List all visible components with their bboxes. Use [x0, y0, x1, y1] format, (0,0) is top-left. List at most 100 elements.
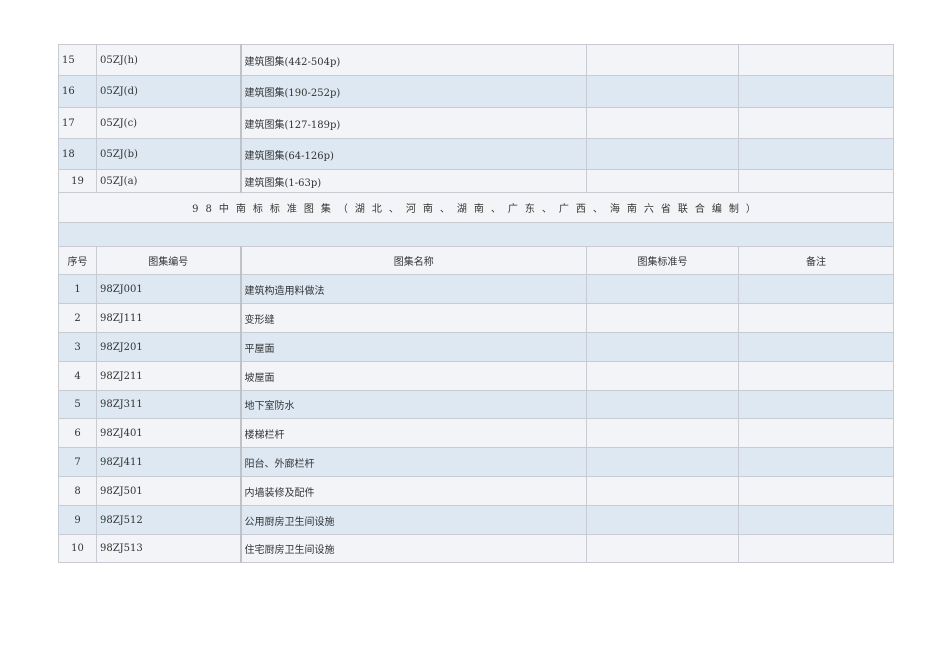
cell-std	[586, 169, 739, 193]
cell-std	[586, 361, 739, 391]
cell-note	[738, 361, 894, 391]
cell-no: 3	[58, 332, 97, 362]
cell-std	[586, 534, 739, 563]
table-row: 19 05ZJ(a) 建筑图集(1-63p)	[58, 169, 894, 193]
cell-name: 建筑图集(1-63p)	[239, 169, 587, 193]
section-title-row: 98中南标标准图集（湖北、河南、湖南、广东、广西、海南六省联合编制）	[58, 192, 894, 223]
cell-name: 建筑构造用料做法	[239, 274, 587, 304]
cell-name: 公用厨房卫生间设施	[239, 505, 587, 535]
cell-code: 05ZJ(h)	[96, 44, 241, 76]
table-row: 17 05ZJ(c) 建筑图集(127-189p)	[58, 107, 894, 139]
table-row: 7 98ZJ411 阳台、外廊栏杆	[58, 447, 894, 477]
header-no: 序号	[58, 246, 97, 275]
cell-std	[586, 303, 739, 333]
cell-name: 住宅厨房卫生间设施	[239, 534, 587, 563]
cell-code: 98ZJ512	[96, 505, 241, 535]
cell-code: 05ZJ(a)	[96, 169, 241, 193]
table-row: 8 98ZJ501 内墙装修及配件	[58, 476, 894, 506]
cell-code: 05ZJ(d)	[96, 75, 241, 108]
header-note: 备注	[738, 246, 894, 275]
cell-name: 变形缝	[239, 303, 587, 333]
cell-no: 6	[58, 418, 97, 448]
cell-code: 98ZJ401	[96, 418, 241, 448]
cell-name: 坡屋面	[239, 361, 587, 391]
table-row: 5 98ZJ311 地下室防水	[58, 390, 894, 419]
cell-code: 98ZJ513	[96, 534, 241, 563]
cell-note	[738, 107, 894, 139]
cell-no: 5	[58, 390, 97, 419]
cell-code: 05ZJ(b)	[96, 138, 241, 170]
cell-name: 建筑图集(127-189p)	[239, 107, 587, 139]
cell-std	[586, 447, 739, 477]
header-name: 图集名称	[239, 246, 587, 275]
cell-note	[738, 476, 894, 506]
cell-no: 16	[58, 75, 97, 108]
table-row: 15 05ZJ(h) 建筑图集(442-504p)	[58, 44, 894, 76]
cell-name: 楼梯栏杆	[239, 418, 587, 448]
cell-name: 平屋面	[239, 332, 587, 362]
cell-note	[738, 505, 894, 535]
cell-note	[738, 44, 894, 76]
cell-note	[738, 75, 894, 108]
cell-name: 建筑图集(64-126p)	[239, 138, 587, 170]
table-row: 1 98ZJ001 建筑构造用料做法	[58, 274, 894, 304]
cell-std	[586, 332, 739, 362]
table-row: 6 98ZJ401 楼梯栏杆	[58, 418, 894, 448]
atlas-table: 15 05ZJ(h) 建筑图集(442-504p) 16 05ZJ(d) 建筑图集(190…	[58, 44, 894, 563]
cell-name: 建筑图集(190-252p)	[239, 75, 587, 108]
cell-note	[738, 418, 894, 448]
cell-note	[738, 169, 894, 193]
cell-name: 地下室防水	[239, 390, 587, 419]
table-row: 9 98ZJ512 公用厨房卫生间设施	[58, 505, 894, 535]
cell-code: 98ZJ311	[96, 390, 241, 419]
cell-std	[586, 418, 739, 448]
cell-no: 18	[58, 138, 97, 170]
cell-no: 15	[58, 44, 97, 76]
cell-code: 98ZJ001	[96, 274, 241, 304]
cell-no: 4	[58, 361, 97, 391]
cell-note	[738, 332, 894, 362]
cell-std	[586, 44, 739, 76]
cell-std	[586, 75, 739, 108]
table-row: 10 98ZJ513 住宅厨房卫生间设施	[58, 534, 894, 563]
header-row: 序号 图集编号 图集名称 图集标准号 备注	[58, 246, 894, 275]
cell-note	[738, 534, 894, 563]
cell-no: 2	[58, 303, 97, 333]
cell-code: 98ZJ201	[96, 332, 241, 362]
cell-no: 7	[58, 447, 97, 477]
table-row: 2 98ZJ111 变形缝	[58, 303, 894, 333]
cell-no: 8	[58, 476, 97, 506]
cell-note	[738, 274, 894, 304]
table-row: 3 98ZJ201 平屋面	[58, 332, 894, 362]
cell-note	[738, 303, 894, 333]
cell-note	[738, 138, 894, 170]
table-row: 4 98ZJ211 坡屋面	[58, 361, 894, 391]
header-code: 图集编号	[96, 246, 241, 275]
section-title: 98中南标标准图集（湖北、河南、湖南、广东、广西、海南六省联合编制）	[58, 192, 894, 223]
cell-std	[586, 274, 739, 304]
cell-std	[586, 505, 739, 535]
cell-no: 9	[58, 505, 97, 535]
table-row: 18 05ZJ(b) 建筑图集(64-126p)	[58, 138, 894, 170]
cell-std	[586, 390, 739, 419]
cell-name: 阳台、外廊栏杆	[239, 447, 587, 477]
cell-name: 内墙装修及配件	[239, 476, 587, 506]
cell-name: 建筑图集(442-504p)	[239, 44, 587, 76]
table-row: 16 05ZJ(d) 建筑图集(190-252p)	[58, 75, 894, 108]
cell-code: 98ZJ411	[96, 447, 241, 477]
cell-no: 19	[58, 169, 97, 193]
cell-note	[738, 390, 894, 419]
cell-std	[586, 107, 739, 139]
cell-note	[738, 447, 894, 477]
blank-row	[58, 222, 894, 247]
cell-code: 98ZJ211	[96, 361, 241, 391]
cell-no: 1	[58, 274, 97, 304]
cell-no: 10	[58, 534, 97, 563]
cell-code: 98ZJ501	[96, 476, 241, 506]
cell-no: 17	[58, 107, 97, 139]
cell-std	[586, 138, 739, 170]
cell-std	[586, 476, 739, 506]
cell-code: 05ZJ(c)	[96, 107, 241, 139]
header-std: 图集标准号	[586, 246, 739, 275]
cell-code: 98ZJ111	[96, 303, 241, 333]
